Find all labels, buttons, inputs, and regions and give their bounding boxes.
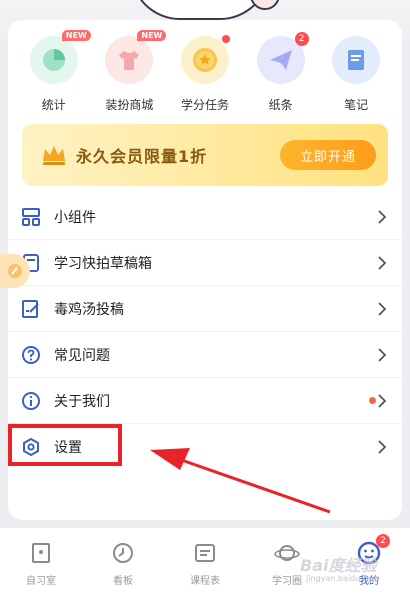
feature-grid: NEW 统计 NEW 装扮商城 学分任务 2 纸条 笔记 <box>8 30 402 136</box>
menu-label: 学习快拍草稿箱 <box>54 255 152 272</box>
tab-study-room[interactable]: 自习室 <box>6 540 76 587</box>
menu-label: 毒鸡汤投稿 <box>54 301 124 318</box>
tab-board[interactable]: 看板 <box>88 540 158 587</box>
feature-stats[interactable]: NEW 统计 <box>21 30 91 136</box>
tab-label: 课程表 <box>190 576 220 587</box>
tab-label: 看板 <box>113 576 133 587</box>
annotation-highlight-box <box>8 424 122 466</box>
feature-label: 装扮商城 <box>105 98 154 112</box>
menu-item-faq[interactable]: 常见问题 <box>8 332 402 378</box>
feature-label: 笔记 <box>344 98 369 112</box>
crown-icon <box>43 146 65 165</box>
feature-notebook[interactable]: 笔记 <box>323 36 389 136</box>
feature-notes-paper[interactable]: 2 纸条 <box>248 32 314 136</box>
tab-schedule[interactable]: 课程表 <box>170 540 240 587</box>
menu-item-widgets[interactable]: 小组件 <box>8 194 402 240</box>
chevron-right-icon <box>378 440 387 454</box>
pie-chart-icon: NEW <box>29 30 91 84</box>
notebook-icon <box>332 36 381 84</box>
feature-label: 统计 <box>41 98 66 112</box>
illustration-character <box>130 0 270 20</box>
notification-dot <box>221 35 230 43</box>
chevron-right-icon <box>378 256 387 270</box>
menu-label: 小组件 <box>54 209 96 226</box>
vip-promo-text: 永久会员限量1折 <box>76 147 208 166</box>
feature-credit-tasks[interactable]: 学分任务 <box>172 35 238 136</box>
watermark-subtext: jingyan.baidu.com <box>306 574 380 583</box>
chevron-right-icon <box>378 210 387 224</box>
widget-grid-icon <box>20 206 42 228</box>
star-coin-icon <box>180 35 230 84</box>
tab-label: 学习圈 <box>272 576 302 587</box>
new-badge: NEW <box>61 30 91 41</box>
feature-label: 学分任务 <box>180 98 229 112</box>
vip-promo-banner[interactable]: 永久会员限量1折 立即开通 <box>22 124 388 186</box>
paper-plane-icon: 2 <box>256 32 309 84</box>
count-badge: 2 <box>294 32 309 46</box>
tab-label: 自习室 <box>26 576 56 587</box>
pencil-icon <box>8 264 22 278</box>
chevron-right-icon <box>378 302 387 316</box>
feature-dress-shop[interactable]: NEW 装扮商城 <box>96 30 167 136</box>
tshirt-icon: NEW <box>105 30 167 84</box>
planet-icon <box>274 545 300 561</box>
menu-item-about-us[interactable]: 关于我们 <box>8 378 402 424</box>
schedule-icon <box>195 544 215 562</box>
edit-submit-icon <box>20 298 42 320</box>
chevron-right-icon <box>378 394 387 408</box>
question-icon <box>20 344 42 366</box>
menu-label: 常见问题 <box>54 347 110 364</box>
clock-icon <box>113 543 133 563</box>
new-badge: NEW <box>137 30 167 41</box>
menu-item-submit-post[interactable]: 毒鸡汤投稿 <box>8 286 402 332</box>
study-room-icon <box>32 543 50 563</box>
menu-label: 关于我们 <box>54 393 110 410</box>
menu-item-draft-box[interactable]: 学习快拍草稿箱 <box>8 240 402 286</box>
chevron-right-icon <box>378 348 387 362</box>
info-icon <box>20 390 42 412</box>
watermark-text: Bai度经验 <box>300 556 377 575</box>
feature-label: 纸条 <box>268 98 293 112</box>
count-badge: 2 <box>376 534 390 548</box>
activate-now-button[interactable]: 立即开通 <box>280 140 376 170</box>
illustration-accessory <box>250 0 280 10</box>
